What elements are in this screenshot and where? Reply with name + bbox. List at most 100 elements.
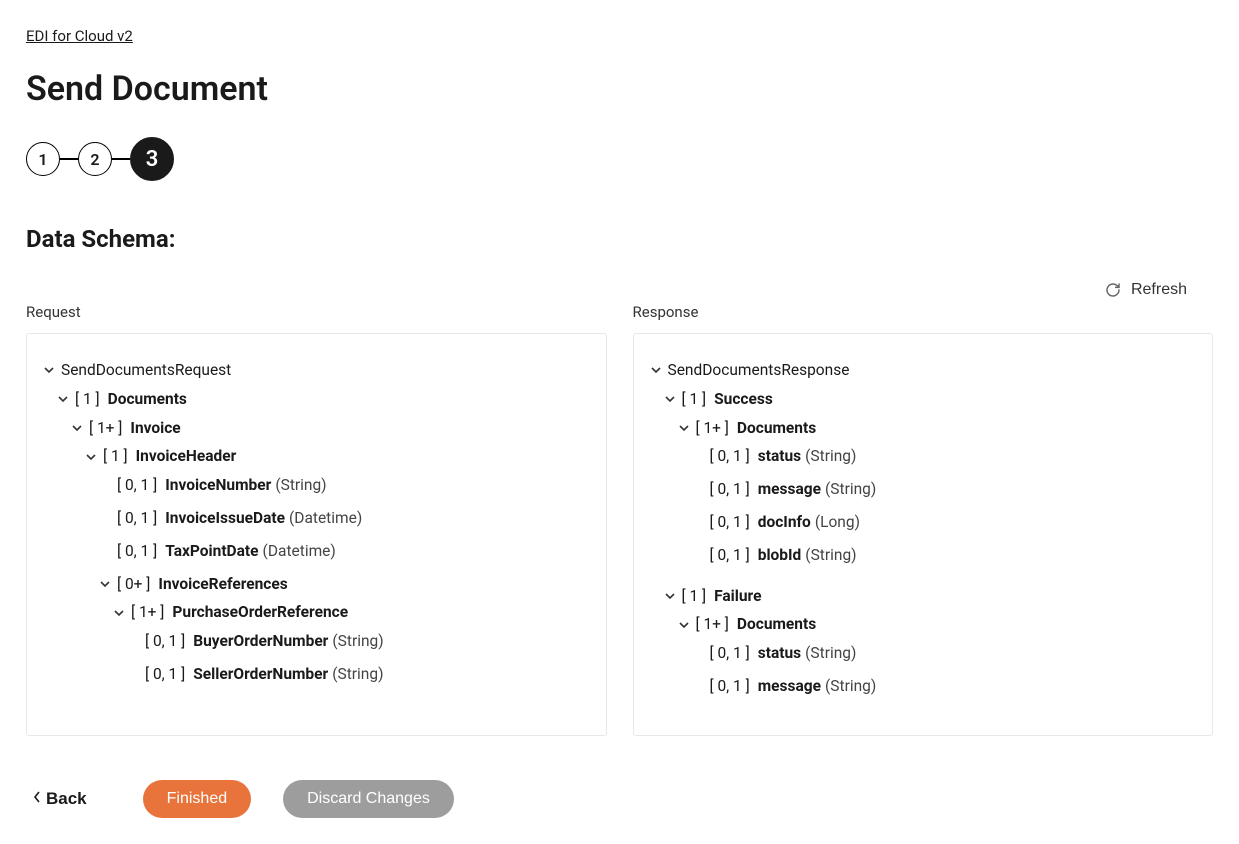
tree-node: [ 0, 1 ] status (String): [690, 641, 1199, 666]
tree-node[interactable]: SendDocumentsRequest: [41, 358, 592, 383]
tree-node: [ 0, 1 ] status (String): [690, 444, 1199, 469]
response-column: Response SendDocumentsResponse [ 1 ] Succ…: [633, 303, 1214, 736]
tree-node[interactable]: [ 1+ ] Invoice: [69, 416, 592, 441]
node-type: (String): [805, 641, 856, 666]
cardinality: [ 1 ]: [682, 387, 707, 412]
node-type: (String): [332, 629, 383, 654]
node-name: BuyerOrderNumber: [193, 629, 328, 654]
section-title: Data Schema:: [26, 225, 1213, 253]
cardinality: [ 0, 1 ]: [710, 641, 750, 666]
node-name: message: [758, 674, 821, 699]
chevron-down-icon[interactable]: [97, 576, 113, 592]
request-label: Request: [26, 303, 607, 321]
node-type: (Datetime): [289, 506, 362, 531]
cardinality: [ 0, 1 ]: [145, 662, 185, 687]
cardinality: [ 0, 1 ]: [710, 444, 750, 469]
refresh-label: Refresh: [1131, 281, 1187, 299]
tree-node: [ 0, 1 ] message (String): [690, 674, 1199, 699]
request-schema-box: SendDocumentsRequest [ 1 ] Documents [ 1+ …: [26, 333, 607, 736]
tree-node[interactable]: [ 1 ] InvoiceHeader: [83, 444, 592, 469]
node-name: SendDocumentsResponse: [668, 358, 850, 383]
node-type: (String): [805, 543, 856, 568]
chevron-left-icon: [32, 789, 42, 809]
request-column: Request SendDocumentsRequest [ 1 ] Docume…: [26, 303, 607, 736]
chevron-down-icon[interactable]: [676, 617, 692, 633]
step-3[interactable]: 3: [130, 137, 174, 181]
node-name: SendDocumentsRequest: [61, 358, 231, 383]
node-type: (String): [275, 473, 326, 498]
node-name: Documents: [737, 612, 816, 637]
step-connector: [112, 158, 130, 160]
back-label: Back: [46, 789, 87, 809]
chevron-down-icon[interactable]: [676, 420, 692, 436]
cardinality: [ 1 ]: [75, 387, 100, 412]
tree-node[interactable]: SendDocumentsResponse: [648, 358, 1199, 383]
node-name: Documents: [737, 416, 816, 441]
chevron-down-icon[interactable]: [41, 362, 57, 378]
tree-node[interactable]: [ 0+ ] InvoiceReferences: [97, 572, 592, 597]
node-name: Success: [714, 387, 773, 412]
finished-button[interactable]: Finished: [143, 780, 251, 818]
cardinality: [ 0+ ]: [117, 572, 150, 597]
response-label: Response: [633, 303, 1214, 321]
node-type: (String): [825, 477, 876, 502]
tree-node: [ 0, 1 ] InvoiceIssueDate (Datetime): [97, 506, 592, 531]
cardinality: [ 0, 1 ]: [710, 543, 750, 568]
chevron-down-icon[interactable]: [83, 449, 99, 465]
refresh-icon: [1105, 282, 1121, 298]
node-type: (String): [825, 674, 876, 699]
chevron-down-icon[interactable]: [69, 420, 85, 436]
cardinality: [ 0, 1 ]: [145, 629, 185, 654]
node-name: SellerOrderNumber: [193, 662, 328, 687]
cardinality: [ 0, 1 ]: [117, 473, 157, 498]
step-2[interactable]: 2: [78, 142, 112, 176]
tree-node: [ 0, 1 ] docInfo (Long): [690, 510, 1199, 535]
tree-node: [ 0, 1 ] TaxPointDate (Datetime): [97, 539, 592, 564]
stepper: 123: [26, 137, 1213, 181]
tree-node: [ 0, 1 ] SellerOrderNumber (String): [125, 662, 592, 687]
breadcrumb-link[interactable]: EDI for Cloud v2: [26, 27, 133, 45]
discard-button[interactable]: Discard Changes: [283, 780, 454, 818]
tree-node: [ 0, 1 ] message (String): [690, 477, 1199, 502]
chevron-down-icon[interactable]: [662, 391, 678, 407]
tree-node: [ 0, 1 ] InvoiceNumber (String): [97, 473, 592, 498]
cardinality: [ 1+ ]: [89, 416, 122, 441]
node-name: message: [758, 477, 821, 502]
tree-node[interactable]: [ 1 ] Failure: [662, 584, 1199, 609]
node-name: InvoiceIssueDate: [165, 506, 285, 531]
tree-node[interactable]: [ 1 ] Documents: [55, 387, 592, 412]
chevron-down-icon[interactable]: [111, 605, 127, 621]
node-name: status: [758, 444, 801, 469]
tree-node[interactable]: [ 1+ ] PurchaseOrderReference: [111, 600, 592, 625]
tree-node[interactable]: [ 1+ ] Documents: [676, 612, 1199, 637]
node-name: InvoiceHeader: [136, 444, 237, 469]
cardinality: [ 1+ ]: [131, 600, 164, 625]
cardinality: [ 1+ ]: [696, 416, 729, 441]
tree-node[interactable]: [ 1+ ] Documents: [676, 416, 1199, 441]
cardinality: [ 0, 1 ]: [117, 506, 157, 531]
refresh-button[interactable]: Refresh: [1105, 281, 1187, 299]
node-name: InvoiceReferences: [158, 572, 287, 597]
node-name: Failure: [714, 584, 761, 609]
page-title: Send Document: [26, 69, 1213, 109]
chevron-down-icon[interactable]: [648, 362, 664, 378]
cardinality: [ 1 ]: [103, 444, 128, 469]
node-name: docInfo: [758, 510, 811, 535]
node-name: status: [758, 641, 801, 666]
node-name: TaxPointDate: [165, 539, 258, 564]
node-type: (Long): [815, 510, 860, 535]
node-name: blobId: [758, 543, 802, 568]
node-type: (String): [332, 662, 383, 687]
back-button[interactable]: Back: [32, 789, 87, 809]
tree-node[interactable]: [ 1 ] Success: [662, 387, 1199, 412]
node-name: Invoice: [130, 416, 180, 441]
chevron-down-icon[interactable]: [662, 588, 678, 604]
step-1[interactable]: 1: [26, 142, 60, 176]
node-name: InvoiceNumber: [165, 473, 271, 498]
footer-actions: Back Finished Discard Changes: [26, 780, 1213, 818]
cardinality: [ 1 ]: [682, 584, 707, 609]
tree-node: [ 0, 1 ] blobId (String): [690, 543, 1199, 568]
cardinality: [ 0, 1 ]: [117, 539, 157, 564]
chevron-down-icon[interactable]: [55, 391, 71, 407]
response-schema-box: SendDocumentsResponse [ 1 ] Success [ 1+ ]…: [633, 333, 1214, 736]
